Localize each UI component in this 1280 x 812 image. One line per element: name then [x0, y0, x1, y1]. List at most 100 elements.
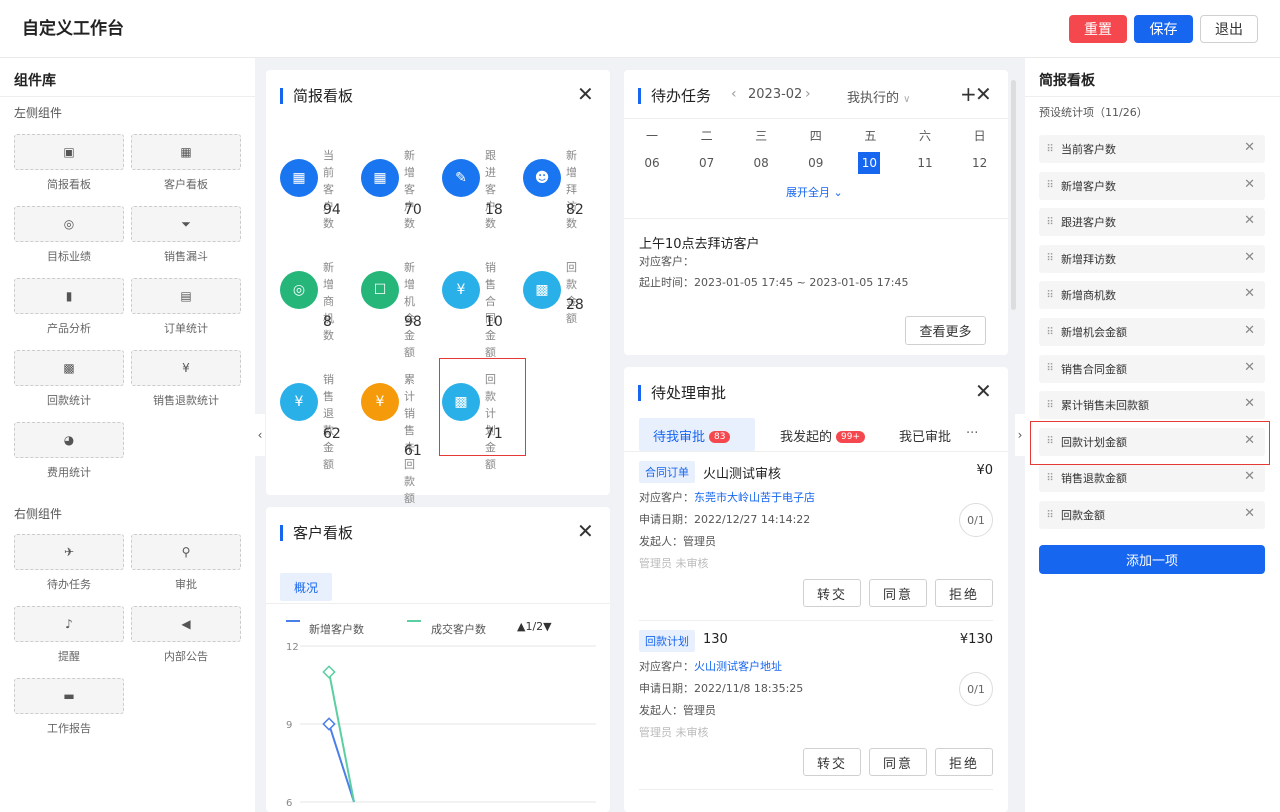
- preset-item-label: 回款金额: [1061, 509, 1105, 522]
- todo-close-icon[interactable]: ✕: [975, 84, 992, 104]
- approval-date: 申请日期：2022/12/27 14:14:22: [639, 513, 811, 526]
- initiated-count-badge: 99+: [836, 431, 866, 443]
- library-item[interactable]: ▮: [14, 278, 124, 314]
- calendar-day[interactable]: 07: [695, 152, 719, 174]
- remove-icon[interactable]: ✕: [1244, 323, 1255, 338]
- ytick-12: 12: [286, 642, 299, 653]
- view-more-button[interactable]: 查看更多: [905, 316, 986, 345]
- remove-icon[interactable]: ✕: [1244, 506, 1255, 521]
- tab-pending-approval[interactable]: 待我审批 83: [653, 426, 731, 445]
- scrollbar[interactable]: [1011, 80, 1016, 310]
- preset-item[interactable]: ⠿ 新增商机数 ✕: [1039, 281, 1265, 310]
- drag-handle-icon[interactable]: ⠿: [1039, 290, 1061, 301]
- preset-item[interactable]: ⠿ 跟进客户数 ✕: [1039, 208, 1265, 237]
- approve-button[interactable]: 同意: [869, 579, 927, 607]
- library-item[interactable]: ⚲: [131, 534, 241, 570]
- reset-button[interactable]: 重置: [1069, 15, 1127, 43]
- drag-handle-icon[interactable]: ⠿: [1039, 473, 1061, 484]
- preset-item[interactable]: ⠿ 回款金额 ✕: [1039, 501, 1265, 529]
- approval-name: 130: [703, 632, 728, 647]
- transfer-button[interactable]: 转交: [803, 748, 861, 776]
- drag-handle-icon[interactable]: ⠿: [1039, 217, 1061, 228]
- page-header: 自定义工作台 重置 保存 退出: [0, 0, 1280, 58]
- library-item[interactable]: ◎: [14, 206, 124, 242]
- calendar-day[interactable]: 08: [749, 152, 773, 174]
- left-section-label: 左侧组件: [14, 106, 63, 120]
- library-item[interactable]: ✈: [14, 534, 124, 570]
- add-item-button[interactable]: 添加一项: [1039, 545, 1265, 574]
- chevron-down-icon: ⌄: [833, 186, 843, 199]
- briefing-close-icon[interactable]: ✕: [577, 84, 594, 104]
- approve-button[interactable]: 同意: [869, 748, 927, 776]
- calendar-day[interactable]: 06: [640, 152, 664, 174]
- library-item[interactable]: ⏷: [131, 206, 241, 242]
- preset-item[interactable]: ⠿ 销售合同金额 ✕: [1039, 354, 1265, 383]
- customer-link[interactable]: 东莞市大岭山苦于电子店: [694, 491, 815, 504]
- library-item[interactable]: ▬: [14, 678, 124, 714]
- customer-link[interactable]: 火山测试客户地址: [694, 660, 782, 673]
- tab-initiated[interactable]: 我发起的 99+: [780, 426, 866, 445]
- remove-icon[interactable]: ✕: [1244, 177, 1255, 192]
- prev-month-icon[interactable]: ‹: [731, 86, 737, 102]
- stat-value: 82: [566, 202, 584, 218]
- calendar-day[interactable]: 11: [913, 152, 937, 174]
- preset-item[interactable]: ⠿ 当前客户数 ✕: [1039, 135, 1265, 163]
- drag-handle-icon[interactable]: ⠿: [1039, 180, 1061, 191]
- save-button[interactable]: 保存: [1134, 15, 1193, 43]
- legend-label-new: 新增客户数: [309, 623, 364, 636]
- executor-filter[interactable]: 我执行的 ∨: [847, 87, 910, 106]
- remove-icon[interactable]: ✕: [1244, 469, 1255, 484]
- preset-item[interactable]: ⠿ 累计销售未回款额 ✕: [1039, 391, 1265, 420]
- reject-button[interactable]: 拒绝: [935, 748, 993, 776]
- drag-handle-icon[interactable]: ⠿: [1039, 363, 1061, 374]
- calendar-day[interactable]: 10: [858, 152, 881, 174]
- library-item-label: 订单统计: [164, 322, 208, 335]
- preset-item[interactable]: ⠿ 新增客户数 ✕: [1039, 171, 1265, 200]
- drag-handle-icon[interactable]: ⠿: [1039, 400, 1061, 411]
- preset-item[interactable]: ⠿ 新增机会金额 ✕: [1039, 318, 1265, 346]
- preset-item[interactable]: ⠿ 销售退款金额 ✕: [1039, 464, 1265, 493]
- remove-icon[interactable]: ✕: [1244, 140, 1255, 155]
- tab-approved[interactable]: 我已审批: [899, 426, 951, 445]
- calendar-day[interactable]: 12: [968, 152, 992, 174]
- remove-icon[interactable]: ✕: [1244, 213, 1255, 228]
- library-item[interactable]: ▣: [14, 134, 124, 170]
- remove-icon[interactable]: ✕: [1244, 396, 1255, 411]
- customer-close-icon[interactable]: ✕: [577, 521, 594, 541]
- reject-button[interactable]: 拒绝: [935, 579, 993, 607]
- drag-handle-icon[interactable]: ⠿: [1039, 510, 1061, 521]
- exit-button[interactable]: 退出: [1200, 15, 1258, 43]
- calendar-day[interactable]: 09: [804, 152, 828, 174]
- tab-overview[interactable]: 概况: [280, 573, 332, 601]
- drag-handle-icon[interactable]: ⠿: [1039, 327, 1061, 338]
- weekday-label: 一: [645, 129, 658, 143]
- transfer-button[interactable]: 转交: [803, 579, 861, 607]
- collapse-right-icon[interactable]: ›: [1015, 414, 1025, 456]
- calendar-icon: ▩: [523, 271, 561, 309]
- legend-pager[interactable]: ▲1/2▼: [517, 620, 552, 633]
- drag-handle-icon[interactable]: ⠿: [1039, 144, 1061, 155]
- highlight-box: [439, 358, 526, 456]
- more-tabs-icon[interactable]: ···: [966, 426, 978, 441]
- library-item-label: 简报看板: [47, 178, 91, 191]
- library-item[interactable]: ♪: [14, 606, 124, 642]
- collapse-left-icon[interactable]: ‹: [255, 414, 265, 456]
- library-item[interactable]: ¥: [131, 350, 241, 386]
- legend-line-deal: [407, 620, 421, 622]
- expand-month-link[interactable]: 展开全月 ⌄: [786, 184, 843, 200]
- remove-icon[interactable]: ✕: [1244, 286, 1255, 301]
- library-item[interactable]: ◕: [14, 422, 124, 458]
- library-item-label: 目标业绩: [47, 250, 91, 263]
- remove-icon[interactable]: ✕: [1244, 360, 1255, 375]
- library-item[interactable]: ▩: [14, 350, 124, 386]
- next-month-icon[interactable]: ›: [805, 86, 811, 102]
- library-item[interactable]: ◀: [131, 606, 241, 642]
- remove-icon[interactable]: ✕: [1244, 250, 1255, 265]
- preset-item[interactable]: ⠿ 新增拜访数 ✕: [1039, 244, 1265, 273]
- library-item[interactable]: ▤: [131, 278, 241, 314]
- drag-handle-icon[interactable]: ⠿: [1039, 253, 1061, 264]
- preset-item-label: 新增机会金额: [1061, 326, 1127, 339]
- approval-close-icon[interactable]: ✕: [975, 381, 992, 401]
- next-page-icon[interactable]: ▼: [543, 620, 551, 633]
- library-item[interactable]: ▦: [131, 134, 241, 170]
